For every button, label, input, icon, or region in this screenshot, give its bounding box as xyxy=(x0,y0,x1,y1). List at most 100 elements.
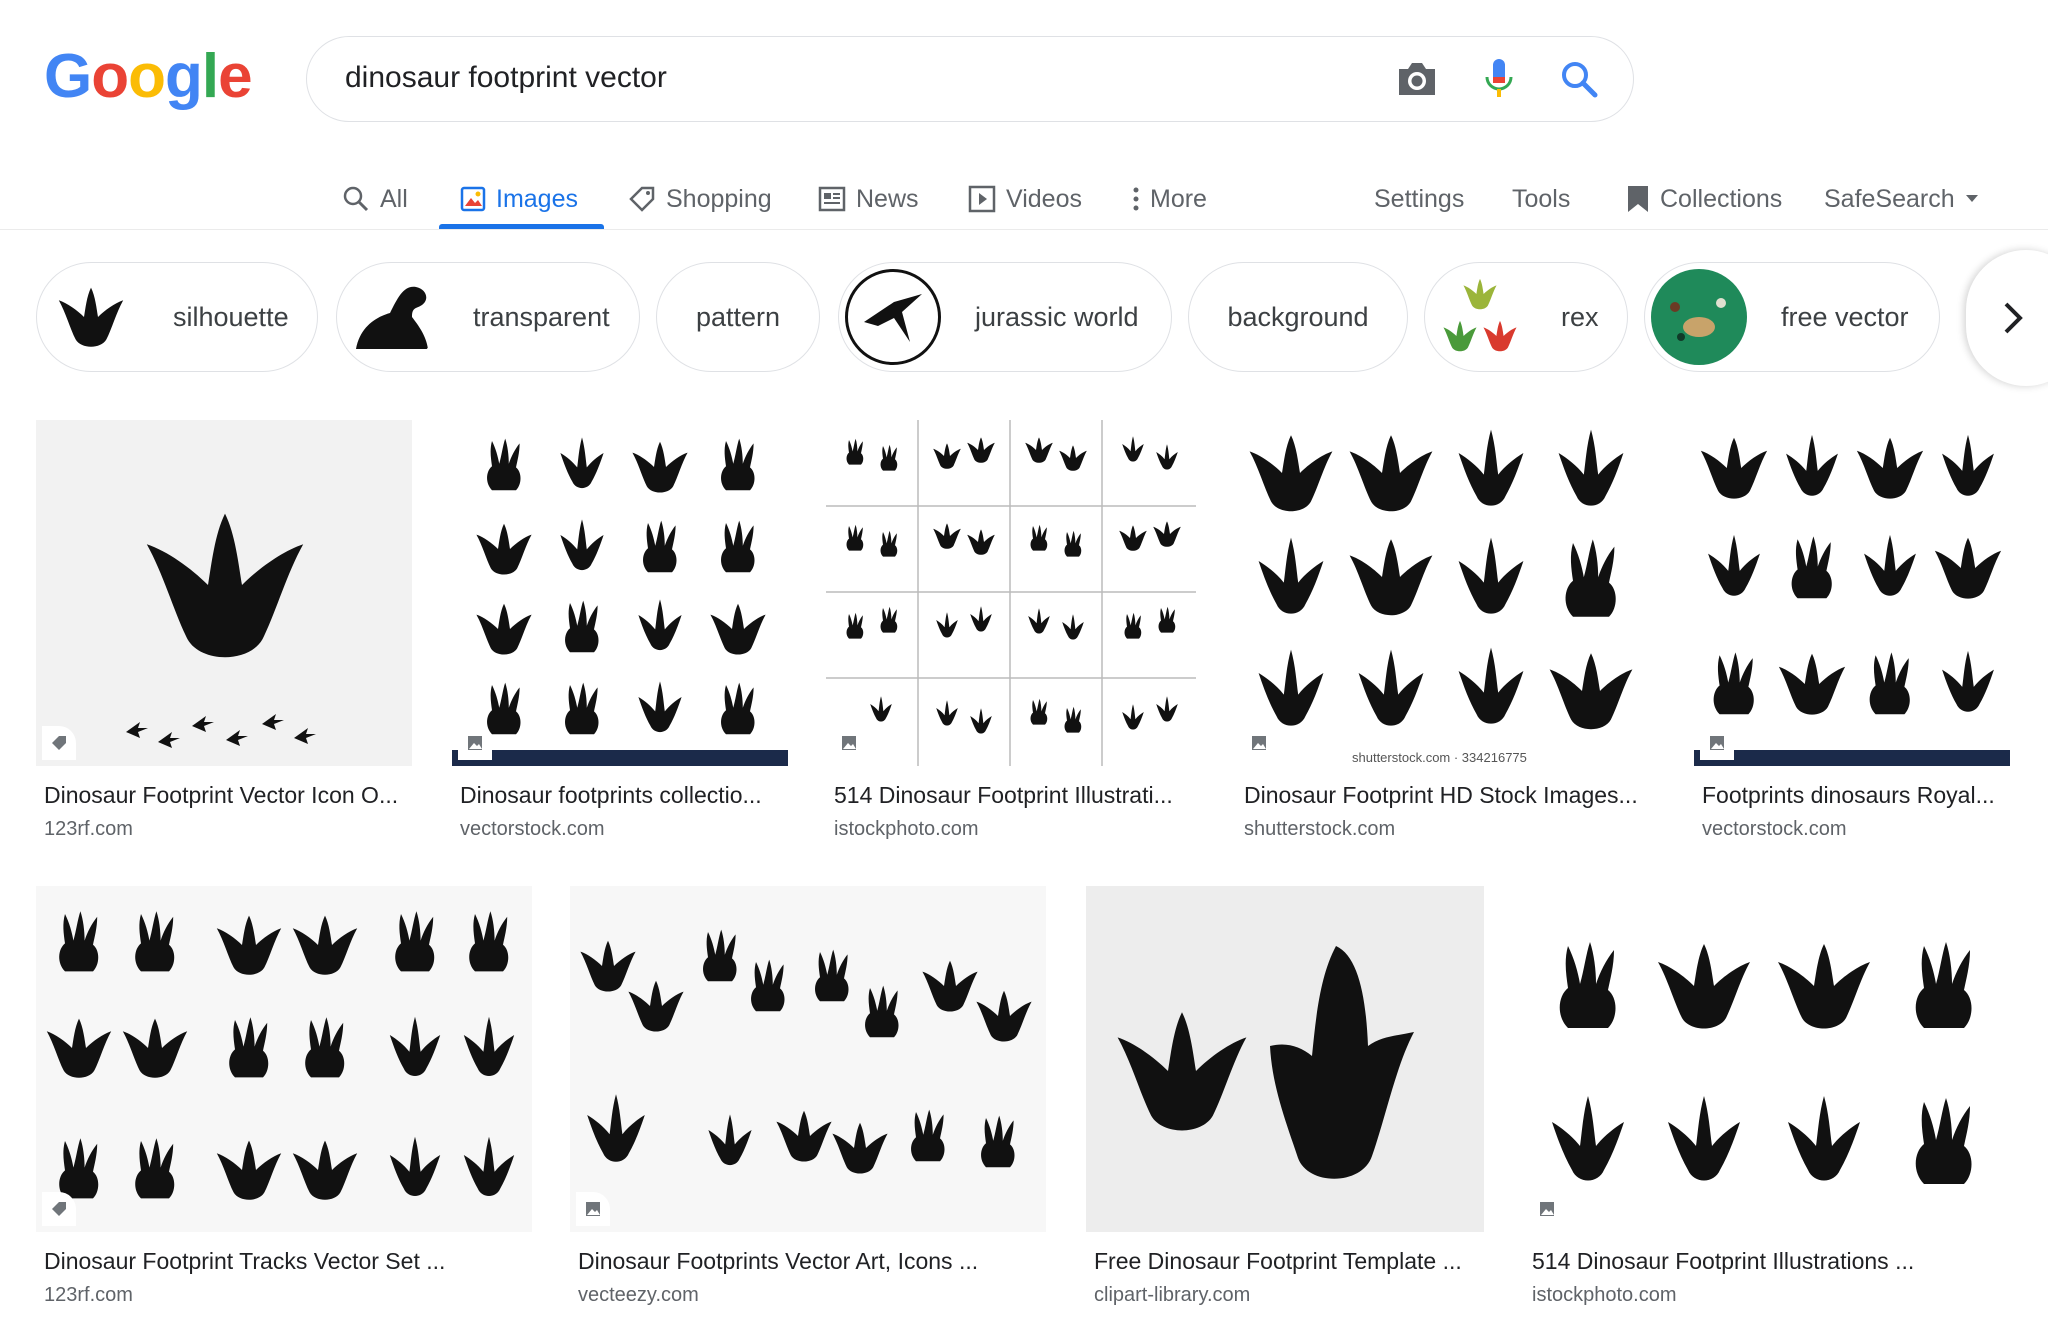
image-icon xyxy=(576,1192,610,1226)
result-source[interactable]: 123rf.com xyxy=(44,1284,133,1307)
tag-icon xyxy=(629,186,655,212)
tab-shopping[interactable]: Shopping xyxy=(628,170,772,228)
result-source[interactable]: istockphoto.com xyxy=(834,818,979,841)
result-title[interactable]: Footprints dinosaurs Royal... xyxy=(1702,782,2012,809)
tab-label: News xyxy=(856,184,919,213)
bookmark-icon xyxy=(1628,186,1648,212)
chip-thumbnail xyxy=(1431,269,1527,365)
result-thumbnail[interactable] xyxy=(1086,886,1484,1232)
result-source[interactable]: istockphoto.com xyxy=(1532,1284,1677,1307)
result-title[interactable]: Dinosaur Footprint HD Stock Images... xyxy=(1244,782,1656,809)
result-title[interactable]: Free Dinosaur Footprint Template ... xyxy=(1094,1248,1486,1275)
result-title[interactable]: Dinosaur Footprint Tracks Vector Set ... xyxy=(44,1248,534,1275)
microphone-icon[interactable] xyxy=(1483,57,1515,101)
caret-down-icon xyxy=(1965,195,1978,202)
result-source[interactable]: vectorstock.com xyxy=(1702,818,1846,841)
tab-news[interactable]: News xyxy=(818,170,919,228)
active-tab-indicator xyxy=(439,224,604,229)
newspaper-icon xyxy=(818,186,846,212)
image-result[interactable]: 514 Dinosaur Footprint Illustrations ...… xyxy=(1524,886,2010,1306)
tab-videos[interactable]: Videos xyxy=(968,170,1082,228)
chip-silhouette[interactable]: silhouette xyxy=(36,262,318,372)
chip-label: background xyxy=(1227,301,1369,332)
logo-letter: o xyxy=(91,42,129,111)
shopping-tag-icon xyxy=(42,1192,76,1226)
chevron-right-icon xyxy=(2004,302,2023,334)
chip-thumbnail xyxy=(1651,269,1747,365)
chip-label: jurassic world xyxy=(975,301,1139,332)
chip-jurassic-world[interactable]: jurassic world xyxy=(838,262,1172,372)
collections-link[interactable]: Collections xyxy=(1626,170,1782,228)
result-thumbnail[interactable] xyxy=(826,420,1196,766)
safesearch-dropdown[interactable]: SafeSearch xyxy=(1824,170,1979,228)
image-icon xyxy=(1700,726,1734,760)
chip-thumbnail xyxy=(43,269,139,365)
chip-label: rex xyxy=(1561,301,1599,332)
chip-background[interactable]: background xyxy=(1188,262,1408,372)
result-source[interactable]: vecteezy.com xyxy=(578,1284,699,1307)
chip-rex[interactable]: rex xyxy=(1424,262,1628,372)
chip-pattern[interactable]: pattern xyxy=(656,262,820,372)
tab-label: More xyxy=(1150,184,1207,213)
result-thumbnail[interactable] xyxy=(36,886,532,1232)
tab-label: Videos xyxy=(1006,184,1082,213)
search-icon[interactable] xyxy=(1559,59,1599,99)
chip-label: free vector xyxy=(1781,301,1909,332)
result-title[interactable]: Dinosaur footprints collectio... xyxy=(460,782,790,809)
tab-images[interactable]: Images xyxy=(460,170,578,228)
result-thumbnail[interactable] xyxy=(1694,420,2010,766)
tab-all[interactable]: All xyxy=(342,170,408,228)
result-title[interactable]: 514 Dinosaur Footprint Illustrati... xyxy=(834,782,1198,809)
result-source[interactable]: shutterstock.com xyxy=(1244,818,1395,841)
chip-label: pattern xyxy=(695,301,781,332)
tab-label: All xyxy=(380,184,408,213)
logo-letter: l xyxy=(201,42,219,111)
image-result[interactable]: Dinosaur Footprints Vector Art, Icons ..… xyxy=(570,886,1046,1306)
result-thumbnail[interactable] xyxy=(570,886,1046,1232)
logo-letter: e xyxy=(218,42,252,111)
settings-link[interactable]: Settings xyxy=(1374,170,1464,228)
shopping-tag-icon xyxy=(42,726,76,760)
settings-label: Settings xyxy=(1374,184,1465,213)
result-thumbnail[interactable] xyxy=(36,420,412,766)
result-source[interactable]: clipart-library.com xyxy=(1094,1284,1250,1307)
chip-thumbnail xyxy=(343,269,439,365)
chip-free-vector[interactable]: free vector xyxy=(1644,262,1940,372)
search-box[interactable]: dinosaur footprint vector xyxy=(306,36,1634,122)
tab-label: Images xyxy=(496,184,578,213)
image-result[interactable]: Dinosaur footprints collectio... vectors… xyxy=(452,420,788,840)
tools-link[interactable]: Tools xyxy=(1512,170,1570,228)
result-title[interactable]: 514 Dinosaur Footprint Illustrations ... xyxy=(1532,1248,2012,1275)
image-result[interactable]: Dinosaur Footprint Vector Icon O... 123r… xyxy=(36,420,412,840)
tools-label: Tools xyxy=(1512,184,1571,213)
logo-letter: o xyxy=(128,42,166,111)
image-result[interactable]: Footprints dinosaurs Royal... vectorstoc… xyxy=(1694,420,2010,840)
image-icon xyxy=(458,726,492,760)
image-result[interactable]: shutterstock.com · 334216775 Dinosaur Fo… xyxy=(1236,420,1654,840)
result-title[interactable]: Dinosaur Footprints Vector Art, Icons ..… xyxy=(578,1248,1048,1275)
image-icon xyxy=(1242,726,1276,760)
result-thumbnail[interactable]: shutterstock.com · 334216775 xyxy=(1236,420,1654,766)
result-thumbnail[interactable] xyxy=(452,420,788,766)
image-result[interactable]: 514 Dinosaur Footprint Illustrati... ist… xyxy=(826,420,1196,840)
collections-label: Collections xyxy=(1660,184,1783,213)
result-source[interactable]: vectorstock.com xyxy=(460,818,604,841)
image-result[interactable]: Dinosaur Footprint Tracks Vector Set ...… xyxy=(36,886,532,1306)
chip-thumbnail xyxy=(845,269,941,365)
image-icon xyxy=(1530,1192,1564,1226)
more-vert-icon xyxy=(1133,187,1139,211)
logo-letter: G xyxy=(44,42,92,111)
result-thumbnail[interactable] xyxy=(1524,886,2010,1232)
search-tabs: All Images Shopping News Videos More Set… xyxy=(0,158,2048,230)
search-input[interactable]: dinosaur footprint vector xyxy=(345,61,667,95)
tab-label: Shopping xyxy=(666,184,772,213)
result-title[interactable]: Dinosaur Footprint Vector Icon O... xyxy=(44,782,414,809)
camera-icon[interactable] xyxy=(1395,59,1439,99)
google-logo[interactable]: Google xyxy=(44,46,253,108)
chip-label: silhouette xyxy=(173,301,289,332)
tab-more[interactable]: More xyxy=(1132,170,1207,228)
image-result[interactable]: Free Dinosaur Footprint Template ... cli… xyxy=(1086,886,1484,1306)
logo-text: Google xyxy=(44,42,253,111)
chip-transparent[interactable]: transparent xyxy=(336,262,640,372)
result-source[interactable]: 123rf.com xyxy=(44,818,133,841)
